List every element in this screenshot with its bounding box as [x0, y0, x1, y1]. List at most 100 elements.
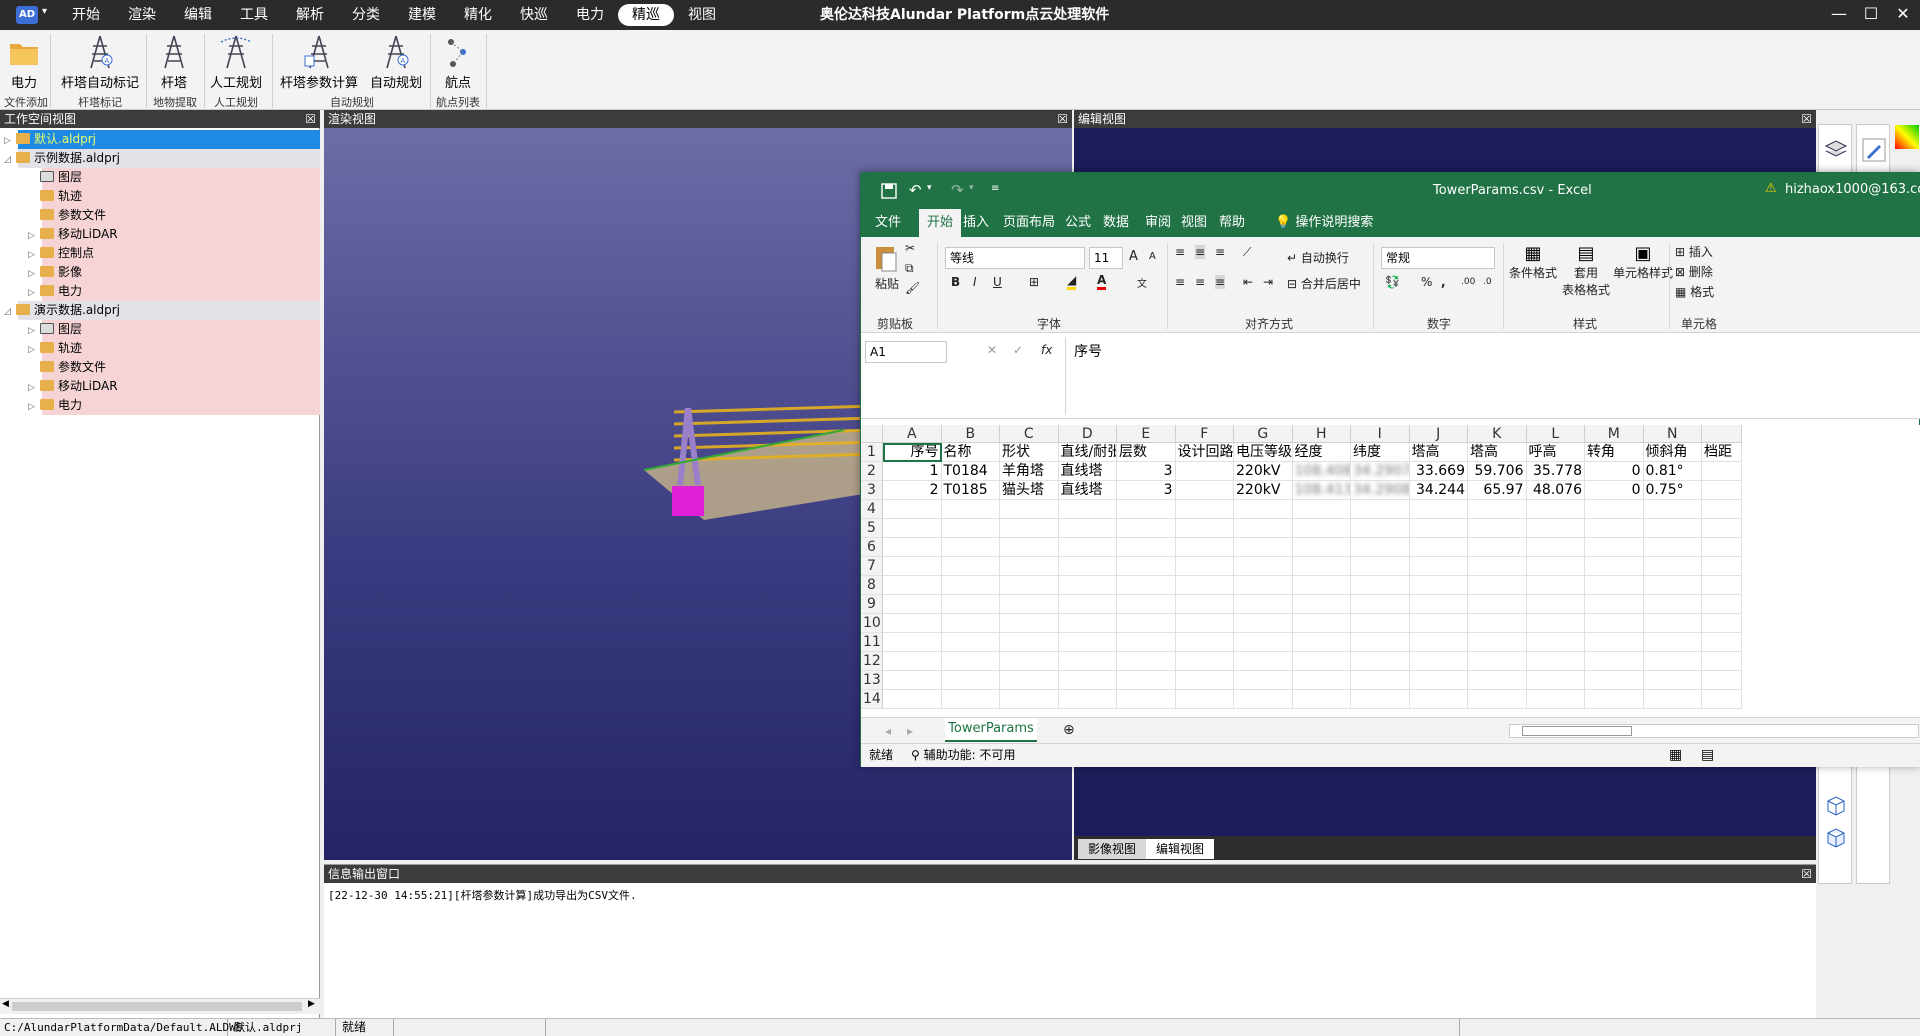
horizontal-scrollbar[interactable]: [1509, 724, 1919, 738]
grid-cell[interactable]: [1175, 481, 1234, 500]
grid-cell[interactable]: 塔高: [1468, 443, 1527, 462]
orientation-icon[interactable]: ⟋: [1243, 245, 1251, 260]
grid-cell[interactable]: 48.076: [1526, 481, 1585, 500]
grid-cell[interactable]: [1468, 671, 1527, 690]
column-header[interactable]: L: [1526, 425, 1585, 443]
align-left-icon[interactable]: ≡: [1175, 275, 1185, 289]
grid-cell[interactable]: [1409, 595, 1468, 614]
grid-cell[interactable]: [1468, 633, 1527, 652]
grid-cell[interactable]: [1117, 614, 1176, 633]
grid-cell[interactable]: 塔高: [1409, 443, 1468, 462]
grid-cell[interactable]: 3: [1117, 481, 1176, 500]
grid-cell[interactable]: [1117, 538, 1176, 557]
font-size-select[interactable]: 11: [1089, 247, 1123, 269]
percent-button[interactable]: %: [1421, 275, 1432, 289]
grid-cell[interactable]: [1702, 500, 1742, 519]
grid-cell[interactable]: [1702, 652, 1742, 671]
expand-toggle-icon[interactable]: ▷: [28, 398, 40, 417]
underline-button[interactable]: U: [993, 275, 1002, 289]
format-painter-icon[interactable]: 🖌: [905, 281, 920, 295]
grid-cell[interactable]: [1702, 481, 1742, 500]
grid-cell[interactable]: 直线/耐张: [1058, 443, 1117, 462]
account-name[interactable]: hizhaox1000@163.com: [1785, 182, 1920, 197]
grid-cell[interactable]: [1175, 671, 1234, 690]
grid-cell[interactable]: 呼高: [1526, 443, 1585, 462]
grid-cell[interactable]: [1526, 614, 1585, 633]
row-header[interactable]: 9: [861, 595, 883, 614]
grid-cell[interactable]: [1175, 614, 1234, 633]
grid-cell[interactable]: [941, 614, 1000, 633]
tree-item[interactable]: ▷ 图层: [0, 320, 320, 339]
row-header[interactable]: 14: [861, 690, 883, 709]
align-bottom-icon[interactable]: ≡: [1215, 245, 1225, 259]
grid-cell[interactable]: 层数: [1117, 443, 1176, 462]
row-header[interactable]: 13: [861, 671, 883, 690]
cube-icon[interactable]: [1823, 793, 1849, 819]
tree-item[interactable]: 参数文件: [0, 206, 320, 225]
close-icon[interactable]: ☒: [1801, 110, 1812, 128]
grid-cell[interactable]: [1468, 614, 1527, 633]
merge-center-button[interactable]: ⊟ 合并后居中: [1287, 275, 1361, 292]
cell-styles-button[interactable]: ▣ 单元格样式: [1613, 243, 1673, 281]
align-top-icon[interactable]: ≡: [1175, 245, 1185, 259]
grid-cell[interactable]: 0: [1585, 462, 1644, 481]
row-header[interactable]: 10: [861, 614, 883, 633]
menu-item[interactable]: 精化: [450, 4, 506, 26]
grid-cell[interactable]: [1409, 500, 1468, 519]
excel-tab[interactable]: 开始: [919, 209, 962, 237]
arrow-left-icon[interactable]: ◂: [885, 724, 891, 738]
grid-cell[interactable]: [1058, 538, 1117, 557]
grid-cell[interactable]: [1058, 500, 1117, 519]
box-icon[interactable]: [1823, 825, 1849, 851]
grid-cell[interactable]: [1117, 500, 1176, 519]
grid-cell[interactable]: [1292, 538, 1351, 557]
bold-button[interactable]: B: [951, 275, 960, 289]
grid-cell[interactable]: [1058, 519, 1117, 538]
grid-cell[interactable]: [1292, 500, 1351, 519]
grid-cell[interactable]: 羊角塔: [1000, 462, 1059, 481]
column-header[interactable]: G: [1234, 425, 1293, 443]
add-sheet-icon[interactable]: ⊕: [1063, 722, 1075, 738]
column-header[interactable]: B: [941, 425, 1000, 443]
grid-cell[interactable]: [941, 519, 1000, 538]
format-cells-button[interactable]: ▦ 格式: [1675, 283, 1714, 300]
grid-cell[interactable]: 2: [883, 481, 942, 500]
grid-cell[interactable]: [1058, 633, 1117, 652]
grid-cell[interactable]: [1585, 557, 1644, 576]
close-icon[interactable]: ☒: [1057, 110, 1068, 128]
grid-cell[interactable]: [1351, 614, 1410, 633]
scroll-thumb[interactable]: [12, 1002, 302, 1011]
grid-cell[interactable]: 34.2907: [1351, 462, 1410, 481]
grid-cell[interactable]: 1: [883, 462, 942, 481]
grid-cell[interactable]: [1702, 614, 1742, 633]
menu-item[interactable]: 分类: [338, 4, 394, 26]
grid-cell[interactable]: [1175, 538, 1234, 557]
grid-cell[interactable]: [1058, 576, 1117, 595]
grid-cell[interactable]: [1643, 557, 1702, 576]
arrow-left-icon[interactable]: ◀: [2, 999, 9, 1009]
grid-cell[interactable]: [1234, 652, 1293, 671]
grid-cell[interactable]: [1526, 652, 1585, 671]
grid-cell[interactable]: [1351, 500, 1410, 519]
grid-cell[interactable]: [1175, 652, 1234, 671]
grid-cell[interactable]: [1000, 538, 1059, 557]
menu-item[interactable]: 建模: [394, 4, 450, 26]
grid-cell[interactable]: [1058, 690, 1117, 709]
grid-cell[interactable]: [1526, 538, 1585, 557]
grid-cell[interactable]: 倾斜角: [1643, 443, 1702, 462]
grid-cell[interactable]: [1409, 576, 1468, 595]
column-header[interactable]: D: [1058, 425, 1117, 443]
grid-cell[interactable]: 设计回路: [1175, 443, 1234, 462]
grid-cell[interactable]: [883, 519, 942, 538]
excel-tab[interactable]: 视图: [1181, 209, 1207, 237]
grid-cell[interactable]: 34.244: [1409, 481, 1468, 500]
tower-auto-mark-button[interactable]: A 杆塔自动标记: [60, 34, 140, 91]
grid-cell[interactable]: 59.706: [1468, 462, 1527, 481]
tower-param-calc-button[interactable]: 杆塔参数计算: [280, 34, 358, 91]
grid-cell[interactable]: 108.413: [1292, 481, 1351, 500]
column-header[interactable]: K: [1468, 425, 1527, 443]
grid-cell[interactable]: [1409, 690, 1468, 709]
chevron-down-icon[interactable]: ▾: [42, 6, 47, 17]
grid-cell[interactable]: [883, 595, 942, 614]
tree-item[interactable]: 参数文件: [0, 358, 320, 377]
